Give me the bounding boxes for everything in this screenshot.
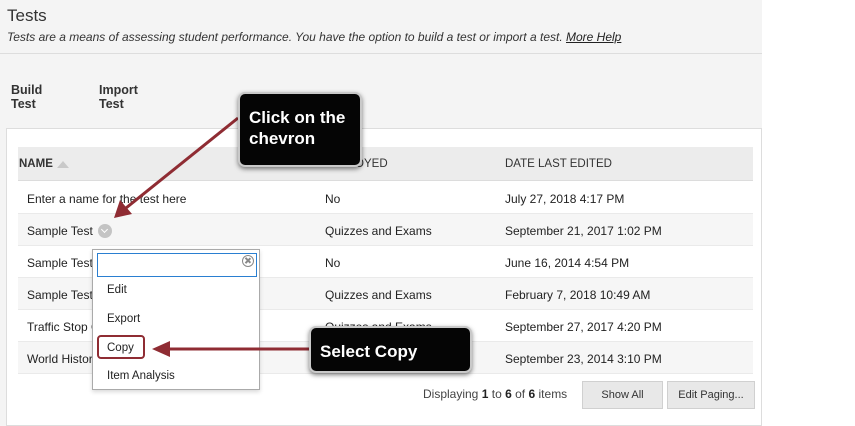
deployed-cell: No xyxy=(325,192,341,206)
sort-ascending-icon[interactable] xyxy=(56,161,69,168)
page-title: Tests xyxy=(7,6,47,25)
column-header-name[interactable]: NAME xyxy=(19,158,69,170)
page-description: Tests are a means of assessing student p… xyxy=(7,30,621,44)
table-row: Sample Test Quizzes and Exams September … xyxy=(18,214,753,246)
test-name-link[interactable]: Sample Test xyxy=(27,224,93,238)
menu-item-export[interactable]: Export xyxy=(107,313,140,325)
clear-search-icon[interactable] xyxy=(242,255,254,267)
test-name-link[interactable]: Sample Test xyxy=(27,288,93,302)
test-name-link[interactable]: Sample Test xyxy=(27,256,93,270)
date-cell: September 27, 2017 4:20 PM xyxy=(505,320,662,334)
paging-from: 1 xyxy=(481,387,489,401)
menu-search-input[interactable] xyxy=(97,253,257,277)
table-header: NAME DEPLOYED DATE LAST EDITED xyxy=(18,147,753,181)
show-all-button[interactable]: Show All xyxy=(582,381,663,409)
build-test-button[interactable]: Build Test xyxy=(11,83,42,111)
callout-select-copy: Select Copy xyxy=(309,326,472,373)
date-cell: February 7, 2018 10:49 AM xyxy=(505,288,651,302)
import-test-button[interactable]: Import Test xyxy=(99,83,138,111)
description-text: Tests are a means of assessing student p… xyxy=(7,30,563,44)
paging-suffix: items xyxy=(538,387,568,401)
callout-click-chevron: Click on the chevron xyxy=(238,92,362,167)
deployed-cell: No xyxy=(325,256,341,270)
paging-prefix: Displaying xyxy=(423,387,479,401)
date-cell: September 23, 2014 3:10 PM xyxy=(505,352,662,366)
header-divider xyxy=(0,53,762,54)
column-header-date-edited[interactable]: DATE LAST EDITED xyxy=(505,158,612,170)
deployed-cell: Quizzes and Exams xyxy=(325,224,432,238)
paging-summary: Displaying 1 to 6 of 6 items xyxy=(423,387,567,401)
paging-total: 6 xyxy=(528,387,536,401)
copy-highlight-box xyxy=(97,335,145,359)
date-cell: September 21, 2017 1:02 PM xyxy=(505,224,662,238)
column-header-name-label: NAME xyxy=(19,158,53,170)
paging-of-word: of xyxy=(515,387,526,401)
table-row: Enter a name for the test here No July 2… xyxy=(18,182,753,214)
date-cell: July 27, 2018 4:17 PM xyxy=(505,192,625,206)
date-cell: June 16, 2014 4:54 PM xyxy=(505,256,630,270)
paging-to: 6 xyxy=(505,387,512,401)
test-name-link[interactable]: Enter a name for the test here xyxy=(27,192,186,206)
test-name-cell: Sample Test xyxy=(27,224,113,238)
deployed-cell: Quizzes and Exams xyxy=(325,288,432,302)
menu-item-item-analysis[interactable]: Item Analysis xyxy=(107,370,175,382)
chevron-down-icon[interactable] xyxy=(98,224,113,238)
menu-item-edit[interactable]: Edit xyxy=(107,284,127,296)
context-menu: Edit Export Copy Item Analysis xyxy=(92,249,260,390)
edit-paging-button[interactable]: Edit Paging... xyxy=(667,381,755,409)
more-help-link[interactable]: More Help xyxy=(566,30,621,44)
paging-to-word: to xyxy=(491,387,502,401)
